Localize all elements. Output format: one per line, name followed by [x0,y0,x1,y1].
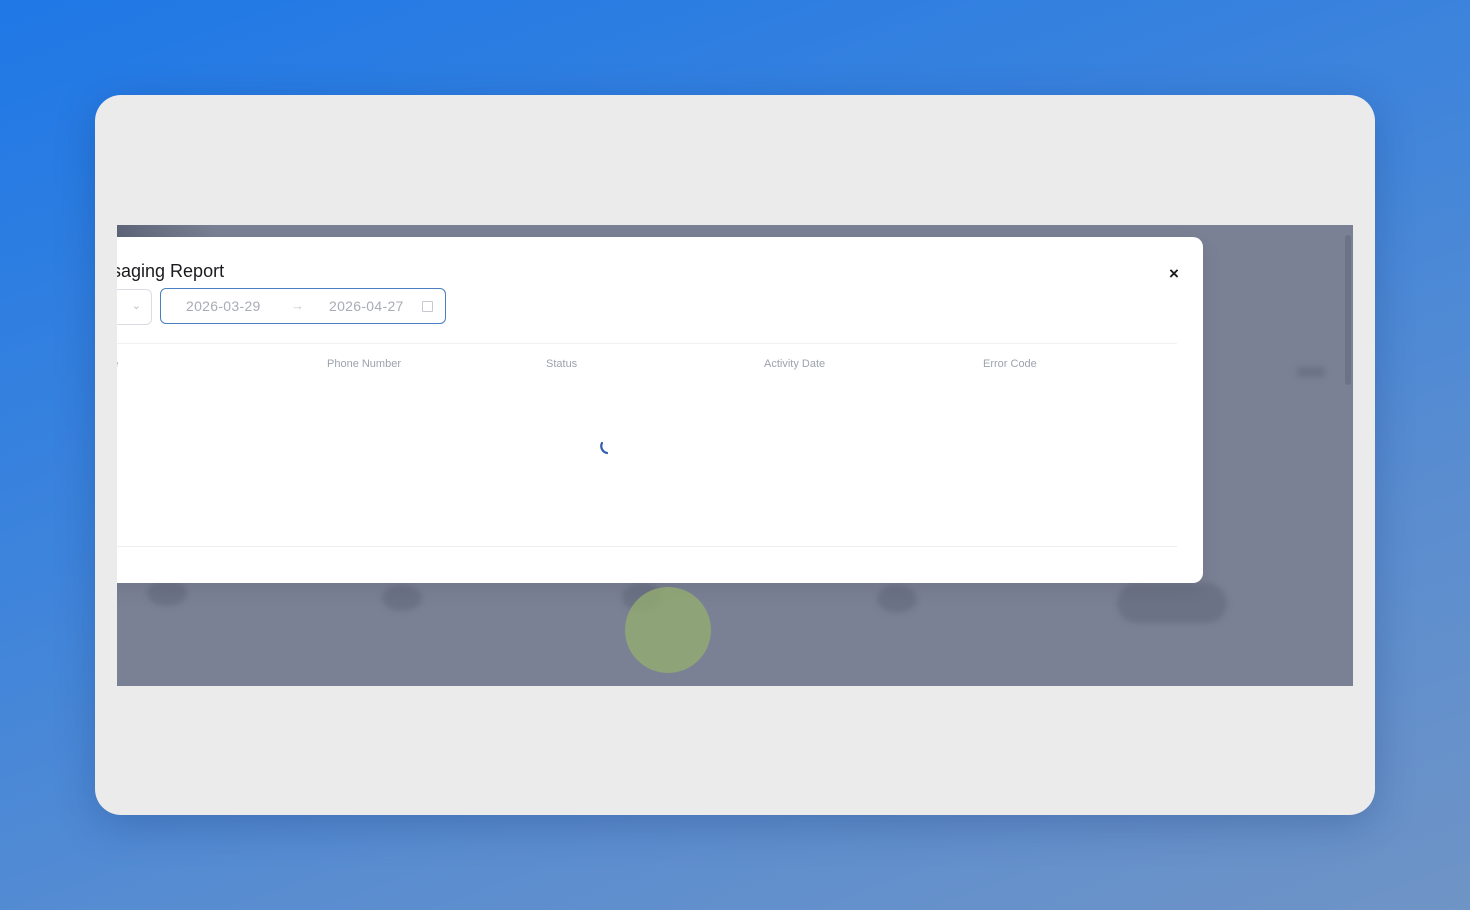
background-blur-element [877,585,917,613]
messaging-report-modal: ssaging Report × ⌄ 2026-03-29 → 2026-04-… [117,237,1203,583]
modal-title: ssaging Report [117,261,225,281]
date-range-picker[interactable]: 2026-03-29 → 2026-04-27 [160,288,446,324]
date-range-end[interactable]: 2026-04-27 [329,298,404,314]
column-header-activity-date[interactable]: Activity Date [764,358,825,370]
arrow-right-icon: → [291,298,304,313]
background-blur-element [382,585,422,611]
screenshot-card: ssaging Report × ⌄ 2026-03-29 → 2026-04-… [95,95,1375,815]
column-header-error-code[interactable]: Error Code [983,358,1037,370]
background-blur-element [1297,367,1325,377]
column-header-status[interactable]: Status [546,358,577,370]
date-range-start[interactable]: 2026-03-29 [186,298,261,314]
column-header-name[interactable]: ame [117,358,118,370]
chevron-down-icon: ⌄ [131,300,141,312]
background-blur-element [147,580,187,606]
table-header: ame Phone Number Status Activity Date Er… [117,344,1177,384]
page-scrollbar[interactable] [1345,235,1351,385]
background-blur-button [1117,583,1227,623]
close-button[interactable]: × [1163,263,1185,285]
filter-select[interactable]: ⌄ [117,289,152,325]
report-table: ame Phone Number Status Activity Date Er… [117,343,1177,547]
cursor-highlight [625,587,711,673]
top-strip [117,225,217,237]
loading-spinner-icon [600,441,609,455]
app-viewport: ssaging Report × ⌄ 2026-03-29 → 2026-04-… [117,225,1353,686]
column-header-phone-number[interactable]: Phone Number [327,358,401,370]
close-icon: × [1169,264,1179,283]
calendar-icon [422,301,433,312]
